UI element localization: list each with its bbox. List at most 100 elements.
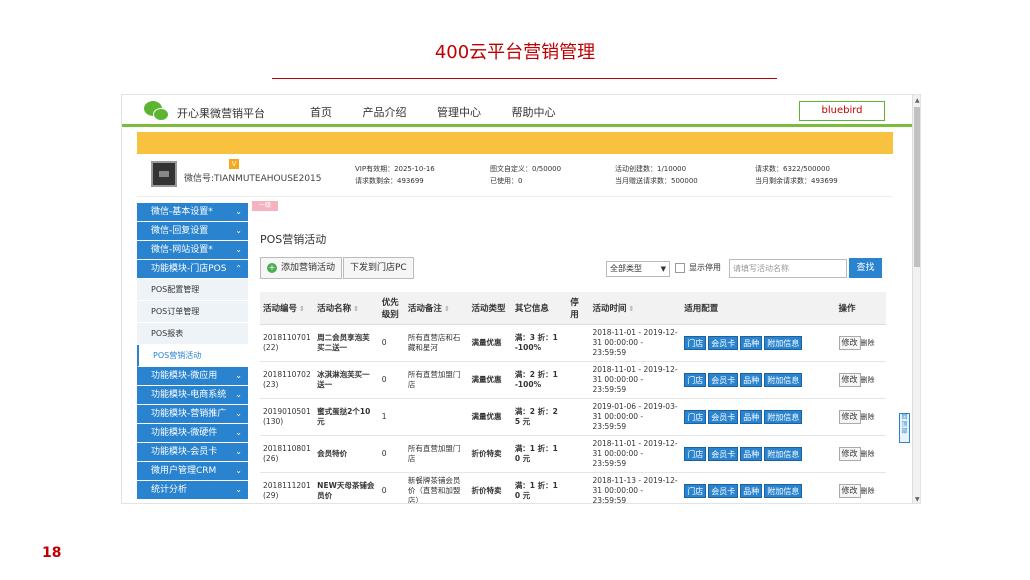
cell-time: 2018-11-01 - 2019-12-31 00:00:00 - 23:59… xyxy=(589,435,682,473)
cell-time: 2018-11-01 - 2019-12-31 00:00:00 - 23:59… xyxy=(589,324,682,362)
member-card-tag[interactable]: 会员卡 xyxy=(708,446,739,461)
variety-tag[interactable]: 品种 xyxy=(740,409,763,424)
delete-link[interactable]: 删除 xyxy=(861,413,875,421)
search-button[interactable]: 查找 xyxy=(849,258,882,278)
cell-priority: 0 xyxy=(378,324,405,362)
cell-note: 所有直营加盟门店 xyxy=(404,361,469,399)
add-activity-button[interactable]: + 添加营销活动 xyxy=(260,257,343,279)
sort-icon: ⇕ xyxy=(628,304,635,313)
chevron-down-icon: ⌄ xyxy=(235,245,242,254)
col-time[interactable]: 活动时间 ⇕ xyxy=(589,292,682,325)
cell-priority: 0 xyxy=(378,472,405,503)
store-tag[interactable]: 门店 xyxy=(684,335,707,350)
extra-info-tag[interactable]: 附加信息 xyxy=(764,483,803,498)
sidebar-group[interactable]: 功能模块-营销推广 ⌄ xyxy=(137,405,248,423)
variety-tag[interactable]: 品种 xyxy=(740,446,763,461)
nav-help[interactable]: 帮助中心 xyxy=(512,104,556,120)
sidebar-group[interactable]: 功能模块-电商系统 ⌄ xyxy=(137,386,248,404)
scroll-thumb[interactable] xyxy=(914,107,920,267)
sidebar-item-pos-orders[interactable]: POS订单管理 xyxy=(137,301,248,323)
col-type[interactable]: 活动类型 xyxy=(468,292,512,325)
verified-badge-icon: V xyxy=(229,159,239,169)
variety-tag[interactable]: 品种 xyxy=(740,335,763,350)
cell-config: 门店 会员卡 品种 附加信息 xyxy=(681,472,836,503)
search-input[interactable]: 请填写活动名称 xyxy=(729,259,847,278)
col-name[interactable]: 活动名称 ⇕ xyxy=(314,292,379,325)
chevron-down-icon: ⌄ xyxy=(235,409,242,418)
col-other[interactable]: 其它信息 xyxy=(511,292,568,325)
page-title: POS营销活动 xyxy=(260,233,327,246)
store-tag[interactable]: 门店 xyxy=(684,483,707,498)
page-scrollbar[interactable]: ▲ ▼ xyxy=(912,95,920,503)
cell-disabled xyxy=(567,472,590,503)
member-card-tag[interactable]: 会员卡 xyxy=(708,335,739,350)
member-card-tag[interactable]: 会员卡 xyxy=(708,372,739,387)
top-navigation: 开心果微营销平台 首页 产品介绍 管理中心 帮助中心 bluebird xyxy=(122,95,912,127)
sidebar-item-pos-report[interactable]: POS报表 xyxy=(137,323,248,345)
sidebar-group[interactable]: 微用户管理CRM ⌄ xyxy=(137,462,248,480)
nav-home[interactable]: 首页 xyxy=(310,104,332,120)
sidebar-item-pos-config[interactable]: POS配置管理 xyxy=(137,279,248,301)
table-row: 2019010501 (130) 蜜式蛋挞2个10元 1 满量优惠 满：2 折：2 5 … xyxy=(260,398,886,436)
sidebar-group[interactable]: 微信-基本设置* ⌄ xyxy=(137,203,248,221)
show-disabled-label: 显示停用 xyxy=(689,263,721,272)
cell-disabled xyxy=(567,435,590,473)
col-id[interactable]: 活动编号 ⇕ xyxy=(260,292,315,325)
edit-button[interactable]: 修改 xyxy=(838,446,861,461)
extra-info-tag[interactable]: 附加信息 xyxy=(764,372,803,387)
back-to-top-button[interactable]: 回顶部 xyxy=(899,413,910,443)
cell-name: 蜜式蛋挞2个10元 xyxy=(314,398,379,436)
delete-link[interactable]: 删除 xyxy=(861,376,875,384)
sidebar-group[interactable]: 功能模块-会员卡 ⌄ xyxy=(137,443,248,461)
sidebar-group[interactable]: 功能模块-微应用 ⌄ xyxy=(137,367,248,385)
edit-button[interactable]: 修改 xyxy=(838,483,861,498)
store-tag[interactable]: 门店 xyxy=(684,446,707,461)
cell-name: 周二会员享泡芙买二送一 xyxy=(314,324,379,362)
delete-link[interactable]: 删除 xyxy=(861,450,875,458)
nav-products[interactable]: 产品介绍 xyxy=(363,104,407,120)
wechat-logo-icon xyxy=(144,101,170,123)
col-disabled[interactable]: 停用 xyxy=(567,292,590,325)
sidebar-group[interactable]: 微信-网站设置* ⌄ xyxy=(137,241,248,259)
edit-button[interactable]: 修改 xyxy=(838,335,861,350)
type-select[interactable]: 全部类型 ▼ xyxy=(606,261,670,277)
sidebar-group[interactable]: 统计分析 ⌄ xyxy=(137,481,248,499)
sidebar-item-pos-marketing[interactable]: POS营销活动 xyxy=(137,345,248,367)
col-note[interactable]: 活动备注 ⇕ xyxy=(404,292,469,325)
cell-id: 2018110702 (23) xyxy=(260,361,315,399)
col-priority[interactable]: 优先级别 xyxy=(378,292,405,325)
cell-config: 门店 会员卡 品种 附加信息 xyxy=(681,435,836,473)
edit-button[interactable]: 修改 xyxy=(838,372,861,387)
scroll-down-icon[interactable]: ▼ xyxy=(915,496,920,503)
cell-type: 满量优惠 xyxy=(468,361,512,399)
nav-admin[interactable]: 管理中心 xyxy=(437,104,481,120)
member-card-tag[interactable]: 会员卡 xyxy=(708,409,739,424)
variety-tag[interactable]: 品种 xyxy=(740,483,763,498)
delete-link[interactable]: 删除 xyxy=(861,339,875,347)
dispatch-button[interactable]: 下发到门店PC xyxy=(343,257,414,279)
request-info: 请求数：6322/500000 当月剩余请求数：493699 xyxy=(755,165,838,185)
variety-tag[interactable]: 品种 xyxy=(740,372,763,387)
cell-id: 2018110801 (26) xyxy=(260,435,315,473)
extra-info-tag[interactable]: 附加信息 xyxy=(764,335,803,350)
member-card-tag[interactable]: 会员卡 xyxy=(708,483,739,498)
store-tag[interactable]: 门店 xyxy=(684,409,707,424)
sidebar-group-pos[interactable]: 功能模块-门店POS ⌃ xyxy=(137,260,248,278)
table-row: 2018110702 (23) 冰淇淋泡芙买一送一 0 所有直营加盟门店 满量优惠 满：2… xyxy=(260,361,886,399)
scroll-up-icon[interactable]: ▲ xyxy=(915,97,920,104)
delete-link[interactable]: 删除 xyxy=(861,487,875,495)
store-tag[interactable]: 门店 xyxy=(684,372,707,387)
col-config: 适用配置 xyxy=(681,292,836,325)
extra-info-tag[interactable]: 附加信息 xyxy=(764,446,803,461)
user-button[interactable]: bluebird xyxy=(799,101,885,121)
sidebar-group[interactable]: 功能模块-微硬件 ⌄ xyxy=(137,424,248,442)
sidebar: 微信-基本设置* ⌄ 微信-回复设置 ⌄ 微信-网站设置* ⌄ 功能模块-门店POS ⌃… xyxy=(137,203,248,500)
show-disabled-checkbox[interactable] xyxy=(675,263,685,273)
cell-other: 满：3 折：1 -100% xyxy=(511,324,568,362)
sidebar-group[interactable]: 微信-回复设置 ⌄ xyxy=(137,222,248,240)
edit-button[interactable]: 修改 xyxy=(838,409,861,424)
extra-info-tag[interactable]: 附加信息 xyxy=(764,409,803,424)
table-row: 2018111201 (29) NEW天母茶铺会员价 0 新餐牌茶铺会员价（直营和加盟… xyxy=(260,472,886,503)
table-row: 2018110801 (26) 会员特价 0 所有直营加盟门店 折价特卖 满：1 折：1 … xyxy=(260,435,886,473)
cell-id: 2019010501 (130) xyxy=(260,398,315,436)
